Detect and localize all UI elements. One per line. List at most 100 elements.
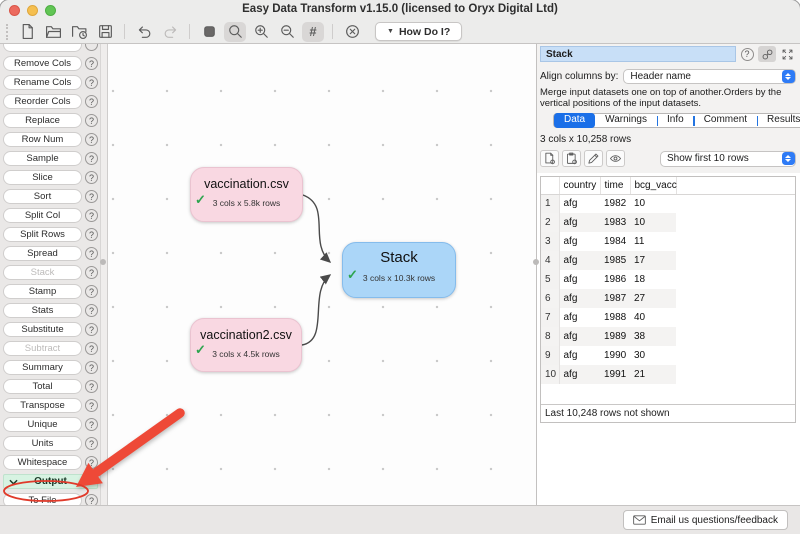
help-icon[interactable]: ? (85, 380, 98, 393)
transform-list: Remove Cols?Rename Cols?Reorder Cols?Rep… (0, 56, 100, 470)
row-number: 1 (541, 194, 559, 213)
table-cell: 30 (630, 346, 676, 365)
help-icon[interactable]: ? (85, 456, 98, 469)
row-count-select[interactable]: Show first 10 rows (660, 151, 796, 167)
copy-data-button[interactable] (540, 150, 559, 167)
transform-button-transpose[interactable]: Transpose (3, 398, 82, 413)
transform-button-whitespace[interactable]: Whitespace (3, 455, 82, 470)
help-icon[interactable]: ? (85, 399, 98, 412)
link-panel-button[interactable] (758, 46, 776, 62)
help-icon[interactable]: ? (85, 323, 98, 336)
help-icon[interactable]: ? (85, 361, 98, 374)
preview-data-button[interactable] (606, 150, 625, 167)
new-file-button[interactable] (16, 22, 38, 42)
transform-button-stack[interactable]: Stack (3, 265, 82, 280)
zoom-fit-button[interactable] (224, 22, 246, 42)
help-icon[interactable] (85, 44, 98, 51)
magnifier-icon (227, 23, 244, 40)
transform-button-total[interactable]: Total (3, 379, 82, 394)
save-button[interactable] (94, 22, 116, 42)
table-cell: 1988 (600, 308, 630, 327)
workflow-canvas[interactable]: vaccination.csv 3 cols x 5.8k rows ✓ vac… (108, 44, 536, 505)
transform-button-sort[interactable]: Sort (3, 189, 82, 204)
tab-data[interactable]: Data (554, 113, 595, 128)
edit-data-button[interactable] (584, 150, 603, 167)
help-icon[interactable]: ? (85, 190, 98, 203)
pencil-icon (587, 152, 600, 165)
expand-icon (781, 48, 794, 61)
email-feedback-button[interactable]: Email us questions/feedback (623, 510, 788, 530)
node-vaccination-csv[interactable]: vaccination.csv 3 cols x 5.8k rows ✓ (190, 167, 303, 222)
help-icon[interactable]: ? (85, 171, 98, 184)
redo-button[interactable] (159, 22, 181, 42)
open-file-button[interactable] (42, 22, 64, 42)
expand-panel-button[interactable] (778, 46, 796, 62)
cancel-button[interactable] (341, 22, 363, 42)
transform-button-partial[interactable] (3, 44, 82, 52)
splitter-handle[interactable] (533, 259, 539, 265)
transform-button-unique[interactable]: Unique (3, 417, 82, 432)
pane-splitter[interactable] (100, 44, 108, 505)
transform-button-row-num[interactable]: Row Num (3, 132, 82, 147)
transform-button-substitute[interactable]: Substitute (3, 322, 82, 337)
panel-help-button[interactable]: ? (738, 46, 756, 62)
help-icon[interactable]: ? (85, 114, 98, 127)
node-subtitle: 3 cols x 5.8k rows (191, 198, 302, 208)
transform-button-reorder-cols[interactable]: Reorder Cols (3, 94, 82, 109)
to-file-button[interactable]: To File (3, 493, 82, 505)
transform-button-split-col[interactable]: Split Col (3, 208, 82, 223)
output-section-header[interactable]: Output (3, 474, 98, 489)
column-header-bcg_vacc[interactable]: bcg_vacc (630, 177, 676, 194)
help-icon[interactable]: ? (85, 342, 98, 355)
help-icon[interactable]: ? (85, 266, 98, 279)
recent-files-button[interactable] (68, 22, 90, 42)
tab-comment[interactable]: Comment (694, 113, 757, 128)
transform-button-spread[interactable]: Spread (3, 246, 82, 261)
help-icon[interactable]: ? (85, 95, 98, 108)
transform-button-replace[interactable]: Replace (3, 113, 82, 128)
node-vaccination2-csv[interactable]: vaccination2.csv 3 cols x 4.5k rows ✓ (190, 318, 302, 372)
tab-warnings[interactable]: Warnings (595, 113, 657, 128)
zoom-in-button[interactable] (250, 22, 272, 42)
transform-button-slice[interactable]: Slice (3, 170, 82, 185)
help-icon[interactable]: ? (85, 247, 98, 260)
help-icon[interactable]: ? (85, 57, 98, 70)
undo-button[interactable] (133, 22, 155, 42)
help-icon[interactable]: ? (85, 437, 98, 450)
add-node-button[interactable] (198, 22, 220, 42)
how-do-i-button[interactable]: ▼ How Do I? (375, 22, 462, 41)
table-cell: afg (559, 346, 600, 365)
help-icon[interactable]: ? (85, 133, 98, 146)
column-header-time[interactable]: time (600, 177, 630, 194)
transform-button-rename-cols[interactable]: Rename Cols (3, 75, 82, 90)
transform-button-remove-cols[interactable]: Remove Cols (3, 56, 82, 71)
align-columns-select[interactable]: Header name (623, 69, 796, 84)
node-title: vaccination.csv (191, 177, 302, 191)
help-icon[interactable]: ? (85, 76, 98, 89)
help-icon[interactable]: ? (85, 209, 98, 222)
toggle-grid-button[interactable]: # (302, 22, 324, 42)
transform-button-subtract[interactable]: Subtract (3, 341, 82, 356)
help-icon[interactable]: ? (85, 285, 98, 298)
tab-bar: DataWarningsInfoCommentResults (553, 113, 800, 128)
node-stack[interactable]: Stack 3 cols x 10.3k rows ✓ (342, 242, 456, 298)
paste-data-button[interactable] (562, 150, 581, 167)
help-icon[interactable]: ? (85, 228, 98, 241)
help-icon[interactable]: ? (85, 304, 98, 317)
help-icon[interactable]: ? (85, 152, 98, 165)
help-icon[interactable]: ? (85, 418, 98, 431)
zoom-out-button[interactable] (276, 22, 298, 42)
column-header-country[interactable]: country (559, 177, 600, 194)
tab-info[interactable]: Info (657, 113, 694, 128)
help-icon[interactable]: ? (85, 494, 98, 505)
transform-button-sample[interactable]: Sample (3, 151, 82, 166)
splitter-handle[interactable] (100, 259, 106, 265)
transform-button-stats[interactable]: Stats (3, 303, 82, 318)
tab-results[interactable]: Results (757, 113, 800, 128)
transform-button-units[interactable]: Units (3, 436, 82, 451)
transform-button-summary[interactable]: Summary (3, 360, 82, 375)
transform-button-split-rows[interactable]: Split Rows (3, 227, 82, 242)
data-table[interactable]: countrytimebcg_vacc 1afg1982102afg198310… (540, 176, 796, 423)
table-row: 6afg198727 (541, 289, 795, 308)
transform-button-stamp[interactable]: Stamp (3, 284, 82, 299)
